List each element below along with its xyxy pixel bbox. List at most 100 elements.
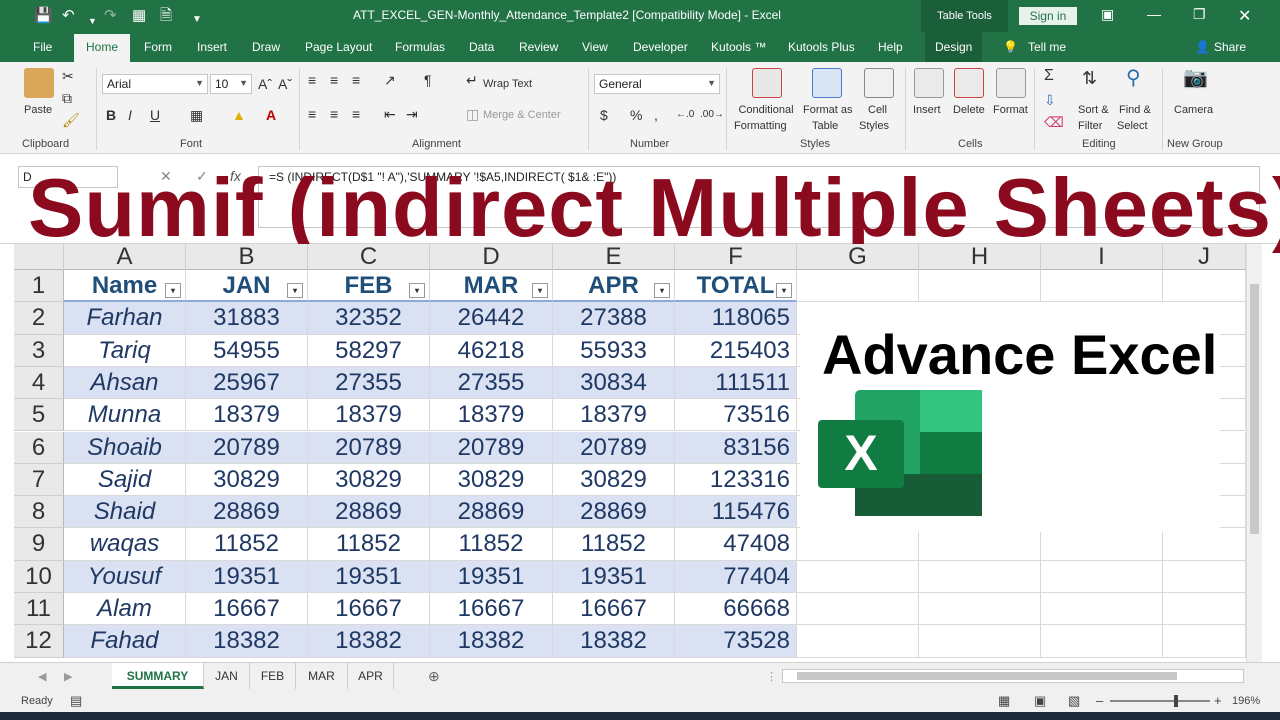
filter-dropdown-icon[interactable]: ▾ xyxy=(776,283,792,298)
value-cell[interactable]: 18382 xyxy=(430,625,553,658)
value-cell[interactable]: 16667 xyxy=(553,593,675,626)
new-file-icon[interactable]: 🗎 xyxy=(160,6,172,26)
bold-icon[interactable]: B xyxy=(106,107,116,123)
row-header-2[interactable]: 2 xyxy=(14,302,64,335)
format-as-table-line2[interactable]: Table xyxy=(812,120,838,133)
merge-center-button[interactable]: Merge & Center xyxy=(483,109,561,122)
table-cell[interactable] xyxy=(1041,270,1163,303)
find-select-line2[interactable]: Select xyxy=(1117,120,1148,133)
column-header-c[interactable]: C xyxy=(308,244,430,270)
conditional-formatting-line2[interactable]: Formatting xyxy=(734,120,787,133)
name-cell[interactable]: Fahad xyxy=(64,625,186,658)
cut-icon[interactable]: ✂ xyxy=(62,68,74,84)
row-header-12[interactable]: 12 xyxy=(14,625,64,658)
zoom-slider-thumb[interactable] xyxy=(1174,695,1178,707)
value-cell[interactable]: 25967 xyxy=(186,366,308,400)
table-cell[interactable] xyxy=(797,528,919,561)
value-cell[interactable]: 55933 xyxy=(553,334,675,367)
sheet-tab-feb[interactable]: FEB xyxy=(250,663,296,689)
value-cell[interactable]: 30829 xyxy=(308,463,430,497)
column-header-h[interactable]: H xyxy=(919,244,1041,270)
zoom-slider[interactable] xyxy=(1110,695,1210,707)
fill-color-icon[interactable]: ▲ xyxy=(232,107,246,123)
tab-data[interactable]: Data xyxy=(469,40,494,54)
value-cell[interactable]: 18382 xyxy=(186,625,308,658)
value-cell[interactable]: 16667 xyxy=(308,593,430,626)
conditional-formatting-line1[interactable]: Conditional xyxy=(736,104,796,117)
value-cell[interactable]: 47408 xyxy=(675,528,797,561)
autosum-icon[interactable]: Σ xyxy=(1044,68,1054,84)
table-cell[interactable] xyxy=(797,270,919,303)
increase-indent-icon[interactable]: ⇥ xyxy=(406,106,418,122)
column-header-j[interactable]: J xyxy=(1163,244,1246,270)
table-cell[interactable] xyxy=(1163,560,1246,593)
insert-cells-icon[interactable] xyxy=(914,68,944,98)
name-cell[interactable]: Shaid xyxy=(64,496,186,529)
format-painter-icon[interactable]: 🖌 xyxy=(62,112,80,128)
table-cell[interactable] xyxy=(1163,593,1246,626)
close-icon[interactable]: ✕ xyxy=(1238,6,1251,26)
share-button[interactable]: Share xyxy=(1214,40,1246,54)
value-cell[interactable]: 19351 xyxy=(186,560,308,593)
table-cell[interactable] xyxy=(919,270,1041,303)
table-cell[interactable] xyxy=(1163,528,1246,561)
table-cell[interactable] xyxy=(797,560,919,593)
tab-insert[interactable]: Insert xyxy=(197,40,227,54)
value-cell[interactable]: 18382 xyxy=(308,625,430,658)
tab-help[interactable]: Help xyxy=(878,40,903,54)
value-cell[interactable]: 54955 xyxy=(186,334,308,367)
tab-file[interactable]: File xyxy=(33,40,52,54)
percent-icon[interactable]: % xyxy=(630,107,642,123)
italic-icon[interactable]: I xyxy=(128,107,132,123)
row-header-4[interactable]: 4 xyxy=(14,366,64,400)
value-cell[interactable]: 28869 xyxy=(186,496,308,529)
value-cell[interactable]: 83156 xyxy=(675,431,797,464)
wrap-text-icon[interactable]: ↵ xyxy=(466,72,478,88)
sort-filter-line1[interactable]: Sort & xyxy=(1078,104,1109,117)
restore-icon[interactable]: ❐ xyxy=(1193,6,1206,23)
redo-icon[interactable]: ↷ xyxy=(104,6,117,26)
undo-dropdown-icon[interactable]: ▼ xyxy=(88,11,97,31)
value-cell[interactable]: 28869 xyxy=(553,496,675,529)
currency-icon[interactable]: $ xyxy=(600,107,608,123)
decrease-font-icon[interactable]: Aˇ xyxy=(278,76,292,92)
horizontal-scrollbar[interactable] xyxy=(782,669,1244,683)
row-header-6[interactable]: 6 xyxy=(14,431,64,464)
delete-cells-icon[interactable] xyxy=(954,68,984,98)
value-cell[interactable]: 11852 xyxy=(308,528,430,561)
next-sheet-icon[interactable]: ▶ xyxy=(64,669,72,685)
font-name-select[interactable]: Arial ▼ xyxy=(102,74,208,94)
decrease-decimal-icon[interactable]: .00→ xyxy=(700,107,724,123)
insert-cells-button[interactable]: Insert xyxy=(913,104,941,117)
name-cell[interactable]: Sajid xyxy=(64,463,186,497)
table-cell[interactable] xyxy=(797,625,919,658)
column-header-d[interactable]: D xyxy=(430,244,553,270)
sheet-tab-mar[interactable]: MAR xyxy=(296,663,348,689)
name-cell[interactable]: Ahsan xyxy=(64,366,186,400)
value-cell[interactable]: 11852 xyxy=(553,528,675,561)
table-cell[interactable] xyxy=(1163,270,1246,303)
sort-filter-icon[interactable]: ⇅ xyxy=(1082,69,1097,87)
table-cell[interactable] xyxy=(919,593,1041,626)
value-cell[interactable]: 20789 xyxy=(308,431,430,464)
table-cell[interactable] xyxy=(797,593,919,626)
value-cell[interactable]: 28869 xyxy=(308,496,430,529)
macro-record-icon[interactable]: ▤ xyxy=(70,693,82,709)
table-cell[interactable] xyxy=(1041,560,1163,593)
value-cell[interactable]: 11852 xyxy=(186,528,308,561)
sign-in-button[interactable]: Sign in xyxy=(1019,7,1077,25)
value-cell[interactable]: 28869 xyxy=(430,496,553,529)
format-cells-button[interactable]: Format xyxy=(993,104,1028,117)
sort-filter-line2[interactable]: Filter xyxy=(1078,120,1102,133)
value-cell[interactable]: 73528 xyxy=(675,625,797,658)
value-cell[interactable]: 27355 xyxy=(308,366,430,400)
merge-icon[interactable]: ◫ xyxy=(466,106,479,122)
camera-button[interactable]: Camera xyxy=(1174,104,1213,117)
value-cell[interactable]: 115476 xyxy=(675,496,797,529)
undo-icon[interactable]: ↶ xyxy=(62,6,75,26)
tab-form[interactable]: Form xyxy=(144,40,172,54)
value-cell[interactable]: 73516 xyxy=(675,399,797,432)
name-cell[interactable]: Shoaib xyxy=(64,431,186,464)
value-cell[interactable]: 27388 xyxy=(553,302,675,335)
align-center-icon[interactable]: ≡ xyxy=(330,106,338,122)
